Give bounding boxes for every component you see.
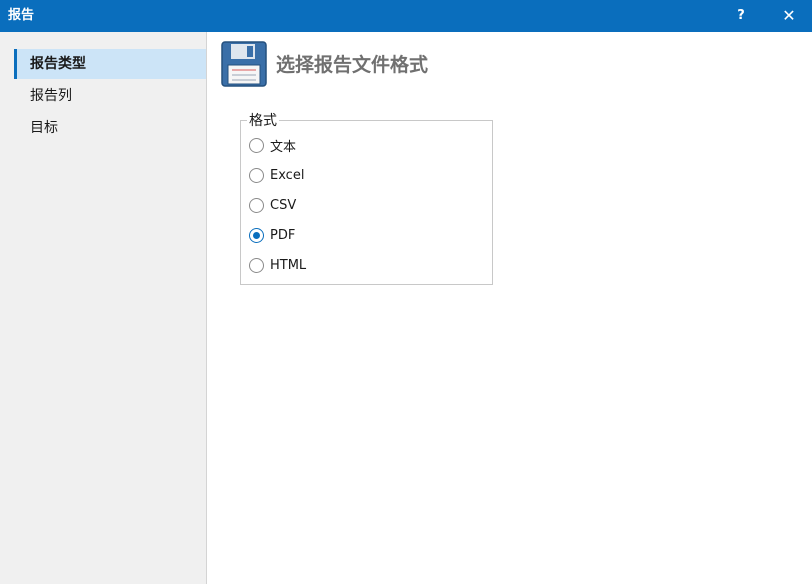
radio-label: HTML <box>270 257 307 273</box>
title-bar: 报告 ? ✕ <box>0 0 812 32</box>
format-option-html[interactable]: HTML <box>249 255 306 275</box>
format-option-text[interactable]: 文本 <box>249 135 296 155</box>
sidebar-item-target[interactable]: 目标 <box>14 113 206 143</box>
sidebar-item-report-columns[interactable]: 报告列 <box>14 81 206 111</box>
radio-label: 文本 <box>270 139 297 155</box>
radio-button[interactable] <box>249 257 264 273</box>
format-option-excel[interactable]: Excel <box>249 165 304 185</box>
close-button[interactable]: ✕ <box>766 0 812 32</box>
format-group-legend: 格式 <box>247 110 279 130</box>
format-option-csv[interactable]: CSV <box>249 195 296 215</box>
radio-button[interactable] <box>249 197 264 213</box>
floppy-disk-icon <box>221 41 267 87</box>
window-title: 报告 <box>8 8 35 23</box>
format-option-pdf[interactable]: PDF <box>249 225 295 245</box>
radio-label: Excel <box>270 167 305 183</box>
radio-button-checked[interactable] <box>249 227 264 243</box>
sidebar-item-report-type[interactable]: 报告类型 <box>14 49 206 79</box>
radio-label: PDF <box>270 227 296 243</box>
sidebar-item-label: 报告类型 <box>30 56 86 72</box>
radio-button[interactable] <box>249 167 264 183</box>
radio-label: CSV <box>270 197 297 213</box>
main-panel: 选择报告文件格式 格式 文本 Excel CSV PDF HTML <box>208 32 812 584</box>
help-button[interactable]: ? <box>718 0 764 32</box>
page-title: 选择报告文件格式 <box>276 54 429 76</box>
sidebar-item-label: 报告列 <box>30 88 72 104</box>
radio-button[interactable] <box>249 137 264 153</box>
format-group: 格式 文本 Excel CSV PDF HTML <box>240 110 493 285</box>
sidebar-item-label: 目标 <box>30 120 58 136</box>
sidebar: 报告类型 报告列 目标 <box>0 32 207 584</box>
